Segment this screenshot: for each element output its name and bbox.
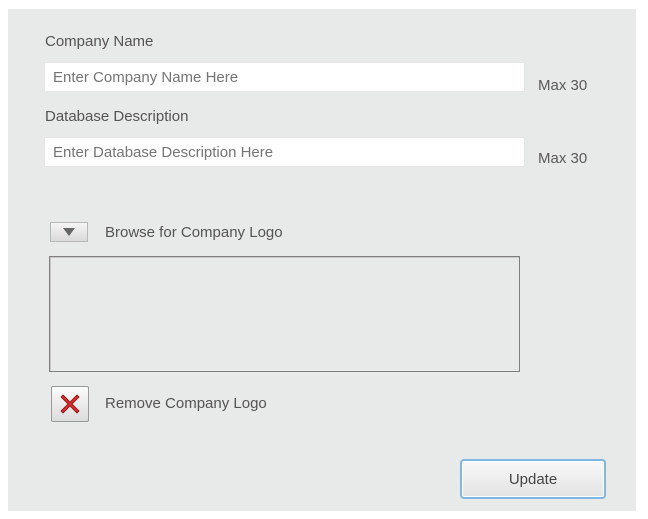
remove-logo-label[interactable]: Remove Company Logo [105, 395, 267, 412]
database-description-max-note: Max 30 [538, 150, 588, 167]
database-description-input[interactable] [44, 137, 525, 167]
browse-logo-label[interactable]: Browse for Company Logo [105, 224, 283, 241]
company-name-input[interactable] [44, 62, 525, 92]
red-x-icon [60, 394, 80, 414]
company-name-max-note: Max 30 [538, 77, 588, 94]
browse-logo-dropdown-button[interactable] [50, 222, 88, 242]
database-description-label: Database Description [45, 108, 189, 125]
update-button[interactable]: Update [460, 459, 606, 499]
logo-preview-box [49, 256, 520, 372]
remove-logo-button[interactable] [51, 386, 89, 422]
triangle-down-icon [63, 228, 75, 236]
company-name-label: Company Name [45, 33, 154, 50]
